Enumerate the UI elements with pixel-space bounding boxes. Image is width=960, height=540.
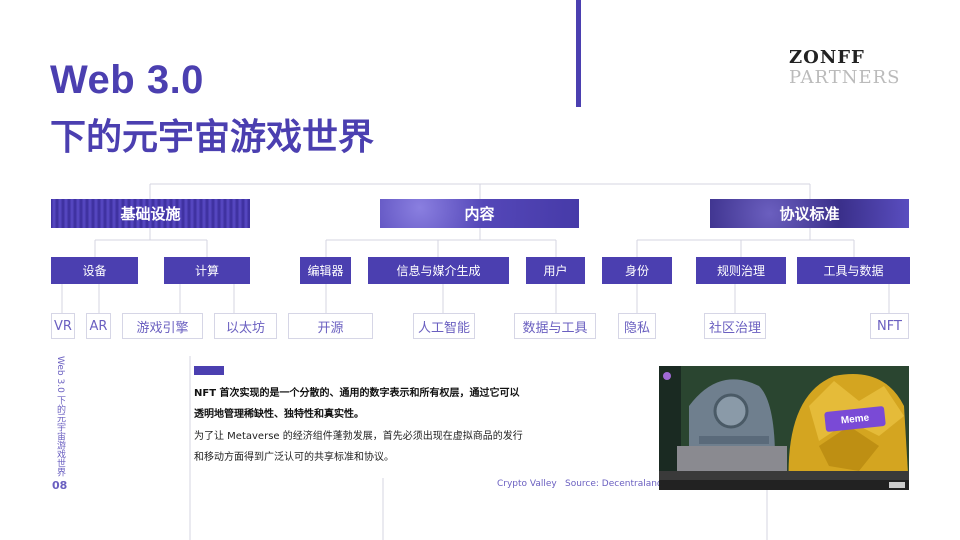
subcategory-rules-governance: 规则治理 <box>696 257 786 284</box>
category-infrastructure: 基础设施 <box>51 199 250 228</box>
leaf-data-tools: 数据与工具 <box>514 313 596 339</box>
decentraland-screenshot: Meme <box>659 366 909 490</box>
body-paragraph: 为了让 Metaverse 的经济组件蓬勃发展，首先必须出现在虚拟商品的发行和移… <box>194 431 523 463</box>
subcategory-users: 用户 <box>526 257 585 284</box>
leaf-ar: AR <box>86 313 111 339</box>
subcategory-identity: 身份 <box>602 257 672 284</box>
leaf-ai: 人工智能 <box>413 313 475 339</box>
leaf-nft: NFT <box>870 313 909 339</box>
subcategory-editor: 编辑器 <box>300 257 351 284</box>
image-caption-name: Crypto Valley <box>497 479 557 489</box>
accent-bar <box>194 366 224 375</box>
leaf-open-source: 开源 <box>288 313 373 339</box>
subcategory-tools-data: 工具与数据 <box>797 257 910 284</box>
bold-paragraph: NFT 首次实现的是一个分散的、通用的数字表示和所有权层，通过它可以透明地管理稀… <box>194 388 520 420</box>
page-number: 08 <box>52 479 68 492</box>
category-protocol-standards: 协议标准 <box>710 199 909 228</box>
scene-illustration <box>659 366 909 490</box>
leaf-community-governance: 社区治理 <box>704 313 766 339</box>
image-caption-source: Source: Decentraland <box>565 479 663 489</box>
leaf-ethereum: 以太坊 <box>214 313 277 339</box>
subcategory-computing: 计算 <box>164 257 250 284</box>
vertical-section-label: Web 3.0 下的元宇宙游戏世界 <box>55 356 65 477</box>
leaf-vr: VR <box>51 313 75 339</box>
subcategory-devices: 设备 <box>51 257 138 284</box>
leaf-game-engine: 游戏引擎 <box>122 313 203 339</box>
category-content: 内容 <box>380 199 579 228</box>
leaf-privacy: 隐私 <box>618 313 656 339</box>
subcategory-media-generation: 信息与媒介生成 <box>368 257 509 284</box>
